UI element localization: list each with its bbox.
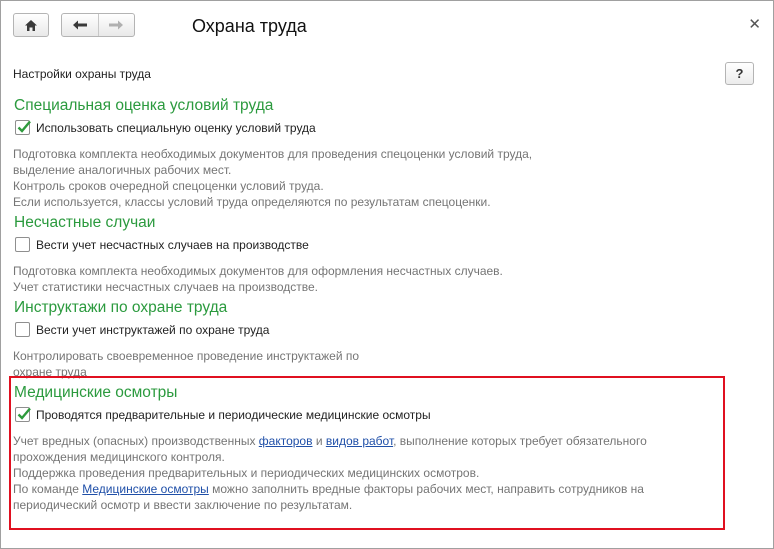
section-title: Специальная оценка условий труда [14,97,274,114]
checkmark-icon [17,407,31,420]
checkmark-icon [17,120,31,133]
section-accidents: Несчастные случаи Вести учет несчастных … [13,213,753,295]
description-line: Контролировать своевременное проведение … [13,349,360,363]
checkbox-label: Вести учет инструктажей по охране труда [36,322,270,337]
section-briefings: Инструктажи по охране труда Вести учет и… [13,298,753,380]
briefings-checkbox[interactable] [15,322,30,337]
description-line: Поддержка проведения предварительных и п… [13,466,480,480]
description-line: прохождения медицинского контроля. [13,450,225,464]
special-assessment-checkbox-row[interactable]: Использовать специальную оценку условий … [13,119,753,136]
description-line: выделение аналогичных рабочих мест. [13,163,232,177]
home-button[interactable] [13,13,49,37]
accidents-checkbox[interactable] [15,237,30,252]
section-description: Подготовка комплекта необходимых докумен… [13,263,753,295]
description-text: Учет вредных (опасных) производственных [13,434,259,448]
section-title: Несчастные случаи [14,214,156,231]
medical-exams-checkbox[interactable] [15,407,31,422]
description-line: периодический осмотр и ввести заключение… [13,498,353,512]
checkbox-label: Использовать специальную оценку условий … [36,120,316,135]
section-special-assessment: Специальная оценка условий труда Использ… [13,96,753,210]
description-text: , выполнение которых требует обязательно… [393,434,647,448]
forward-button[interactable] [97,14,134,36]
description-line: Подготовка комплекта необходимых докумен… [13,147,533,161]
description-line: По команде Медицинские осмотры можно зап… [13,481,753,497]
description-text: и [312,434,326,448]
checkbox-label: Вести учет несчастных случаев на произво… [36,237,309,252]
checkbox-label: Проводятся предварительные и периодическ… [36,407,431,422]
section-medical-exams: Медицинские осмотры Проводятся предварит… [13,383,753,513]
medical-exams-checkbox-row[interactable]: Проводятся предварительные и периодическ… [13,406,753,423]
section-title: Инструктажи по охране труда [14,299,228,316]
accidents-checkbox-row[interactable]: Вести учет несчастных случаев на произво… [13,236,753,253]
window: Охрана труда ✕ Настройки охраны труда ? … [0,0,774,549]
settings-caption: Настройки охраны труда [13,67,151,81]
work-types-link[interactable]: видов работ [326,434,393,448]
description-text: можно заполнить вредные факторы рабочих … [208,482,644,496]
back-button[interactable] [62,14,98,36]
description-line: Если используется, классы условий труда … [13,195,491,209]
medical-exams-link[interactable]: Медицинские осмотры [82,482,209,496]
arrow-right-icon [109,20,124,30]
close-icon[interactable]: ✕ [748,15,761,33]
factors-link[interactable]: факторов [259,434,313,448]
section-description: Подготовка комплекта необходимых докумен… [13,146,753,210]
description-line: Подготовка комплекта необходимых докумен… [13,264,503,278]
description-line: Учет статистики несчастных случаев на пр… [13,280,319,294]
history-nav [61,13,135,37]
home-icon [25,19,37,31]
special-assessment-checkbox[interactable] [15,120,31,135]
briefings-checkbox-row[interactable]: Вести учет инструктажей по охране труда [13,321,753,338]
help-button[interactable]: ? [725,62,754,85]
description-line: Учет вредных (опасных) производственных … [13,433,753,449]
section-title: Медицинские осмотры [14,384,178,401]
description-text: По команде [13,482,83,496]
page-title: Охрана труда [192,16,307,36]
description-line: Контроль сроков очередной спецоценки усл… [13,179,324,193]
arrow-left-icon [72,20,87,30]
section-description: Учет вредных (опасных) производственных … [13,433,753,513]
